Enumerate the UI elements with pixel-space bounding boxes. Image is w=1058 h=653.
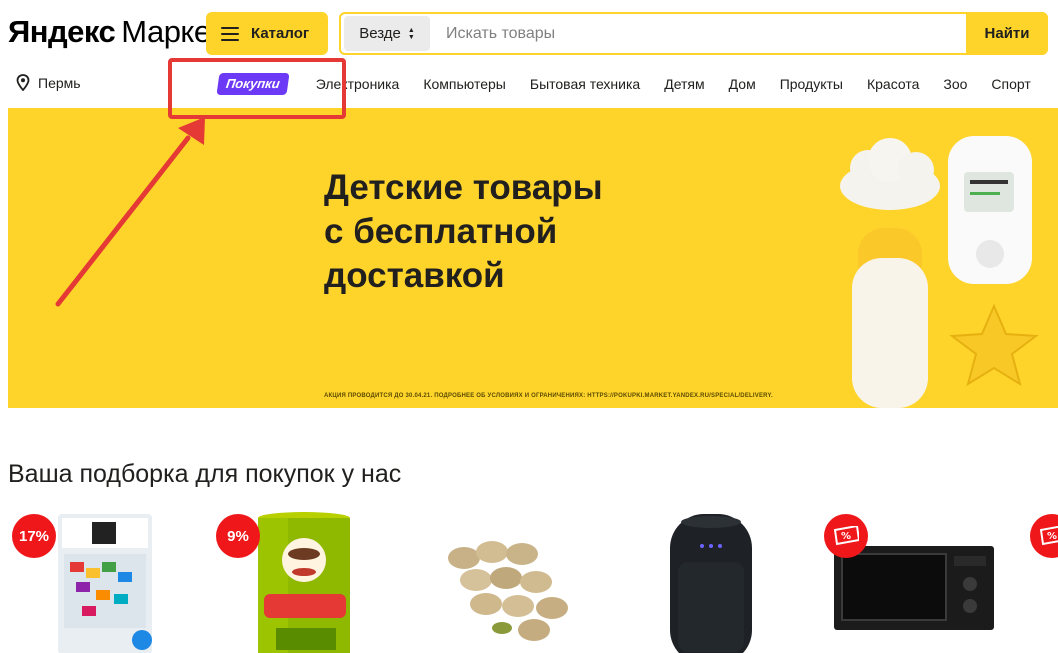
sort-arrows-icon: ▲ ▼ xyxy=(407,26,415,41)
knitted-star-icon xyxy=(949,303,1039,387)
nav-item-beauty[interactable]: Красота xyxy=(867,76,919,92)
search-bar: Везде ▲▼ Найти xyxy=(339,12,1048,55)
search-input[interactable] xyxy=(430,16,1046,51)
nav-item-kids[interactable]: Детям xyxy=(664,76,704,92)
nav-item-home[interactable]: Дом xyxy=(729,76,756,92)
baby-monitor-icon xyxy=(948,136,1032,284)
percent-coupon-icon: % xyxy=(833,526,859,546)
product-card[interactable]: 9% xyxy=(212,510,372,653)
product-card[interactable] xyxy=(420,510,590,653)
banner-title: Детские товары с бесплатной доставкой xyxy=(324,166,603,298)
nav-item-pets[interactable]: Зоо xyxy=(943,76,967,92)
nav-item-food[interactable]: Продукты xyxy=(780,76,843,92)
discount-badge: 9% xyxy=(216,514,260,558)
product-card[interactable]: 17% xyxy=(8,510,168,653)
nav-item-sport[interactable]: Спорт xyxy=(991,76,1030,92)
annotation-arrow-icon xyxy=(55,117,205,307)
smart-speaker-image xyxy=(670,514,752,653)
pistachios-image xyxy=(448,541,568,641)
iq-puzzle-game-image xyxy=(58,514,152,653)
recommendations-title: Ваша подборка для покупок у нас xyxy=(8,460,402,488)
cloud-pillow-icon xyxy=(840,138,940,210)
svg-text:%: % xyxy=(1047,531,1057,542)
search-button[interactable]: Найти xyxy=(966,12,1048,55)
microwave-oven-image xyxy=(834,546,994,630)
banner-title-line: с бесплатной xyxy=(324,212,558,251)
nav-item-appliances[interactable]: Бытовая техника xyxy=(530,76,640,92)
cream-bottle-icon xyxy=(852,228,928,408)
coupon-badge: % xyxy=(824,514,868,558)
banner-title-line: доставкой xyxy=(324,256,505,295)
product-card[interactable]: % xyxy=(820,510,1010,653)
search-scope-value: Везде xyxy=(359,25,401,42)
svg-text:%: % xyxy=(841,531,851,542)
product-card[interactable]: % xyxy=(1026,510,1058,653)
banner-disclaimer: АКЦИЯ ПРОВОДИТСЯ ДО 30.04.21. ПОДРОБНЕЕ … xyxy=(324,393,773,399)
banner-title-line: Детские товары xyxy=(324,168,603,207)
pringles-can-image xyxy=(258,512,350,653)
percent-coupon-icon: % xyxy=(1039,526,1058,546)
discount-badge: 17% xyxy=(12,514,56,558)
product-card[interactable] xyxy=(628,510,798,653)
nav-item-computers[interactable]: Компьютеры xyxy=(423,76,506,92)
baby-products-illustration xyxy=(840,136,1039,408)
coupon-badge: % xyxy=(1030,514,1058,558)
